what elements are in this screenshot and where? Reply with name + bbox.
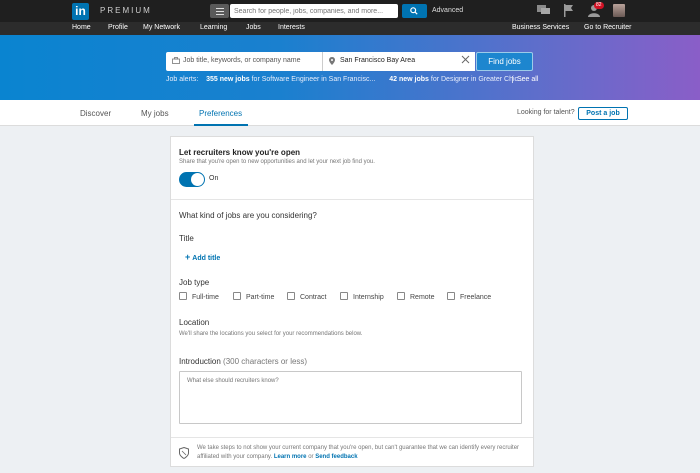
- messages-icon[interactable]: [537, 4, 550, 16]
- privacy-text: We take steps to not show your current c…: [197, 445, 520, 460]
- job-alerts-label: Job alerts:: [166, 76, 199, 83]
- clear-location-icon[interactable]: [461, 55, 470, 64]
- job-keyword-input[interactable]: Job title, keywords, or company name: [166, 52, 322, 71]
- location-value: San Francisco Bay Area: [340, 57, 416, 64]
- job-type-contract[interactable]: Contract: [287, 292, 326, 301]
- job-type-part-time[interactable]: Part-time: [233, 292, 274, 301]
- active-tab-indicator: [194, 124, 248, 126]
- tab-discover[interactable]: Discover: [80, 109, 111, 118]
- find-jobs-button[interactable]: Find jobs: [476, 52, 533, 71]
- location-pin-icon: [329, 57, 335, 65]
- checkbox[interactable]: [179, 292, 187, 300]
- checkbox[interactable]: [287, 292, 295, 300]
- job-type-internship[interactable]: Internship: [340, 292, 384, 301]
- job-keyword-placeholder: Job title, keywords, or company name: [183, 57, 301, 64]
- jobs-question: What kind of jobs are you considering?: [179, 211, 317, 220]
- advanced-search-link[interactable]: Advanced: [432, 7, 463, 14]
- learn-more-link[interactable]: Learn more: [274, 454, 307, 460]
- introduction-textarea[interactable]: [179, 371, 522, 424]
- location-input[interactable]: San Francisco Bay Area: [322, 52, 475, 71]
- job-alert-2[interactable]: 42 new jobs for Designer in Greater Chic…: [389, 76, 524, 83]
- job-type-full-time[interactable]: Full-time: [179, 292, 219, 301]
- shield-icon: [179, 447, 189, 459]
- tab-my-jobs[interactable]: My jobs: [141, 109, 169, 118]
- nav-go-to-recruiter[interactable]: Go to Recruiter: [584, 24, 631, 31]
- jobs-subnav: Discover My jobs Preferences Looking for…: [0, 100, 700, 126]
- open-to-recruiters-subtitle: Share that you're open to new opportunit…: [179, 159, 375, 165]
- tab-preferences[interactable]: Preferences: [199, 109, 242, 118]
- nav-my-network[interactable]: My Network: [143, 24, 180, 31]
- title-label: Title: [179, 234, 194, 243]
- divider: [171, 199, 533, 200]
- nav-interests[interactable]: Interests: [278, 24, 305, 31]
- location-label: Location: [179, 318, 210, 327]
- preferences-card: Let recruiters know you're open Share th…: [170, 136, 534, 467]
- job-type-freelance[interactable]: Freelance: [447, 292, 491, 301]
- see-all-alerts-link[interactable]: See all: [512, 76, 538, 83]
- flag-icon[interactable]: [563, 4, 574, 17]
- main-nav: Home Profile My Network Learning Jobs In…: [0, 22, 700, 35]
- checkbox[interactable]: [397, 292, 405, 300]
- send-feedback-link[interactable]: Send feedback: [315, 454, 357, 460]
- job-type-remote[interactable]: Remote: [397, 292, 435, 301]
- job-search-hero: Job title, keywords, or company name San…: [0, 35, 700, 100]
- job-type-label: Job type: [179, 278, 210, 287]
- job-alerts: Job alerts: 355 new jobs for Software En…: [166, 76, 524, 83]
- briefcase-icon: [172, 57, 180, 64]
- checkbox[interactable]: [447, 292, 455, 300]
- add-title-button[interactable]: + Add title: [185, 252, 220, 262]
- nav-profile[interactable]: Profile: [108, 24, 128, 31]
- looking-for-talent-label: Looking for talent?: [517, 109, 575, 116]
- notification-badge: 82: [594, 2, 604, 9]
- search-type-menu-icon[interactable]: [210, 4, 229, 18]
- nav-learning[interactable]: Learning: [200, 24, 227, 31]
- open-to-recruiters-toggle[interactable]: [179, 172, 205, 187]
- checkbox[interactable]: [233, 292, 241, 300]
- toggle-knob: [191, 173, 204, 186]
- linkedin-logo[interactable]: in: [72, 3, 89, 20]
- plus-icon: +: [185, 252, 191, 262]
- location-note: We'll share the locations you select for…: [179, 331, 363, 337]
- search-icon: [410, 7, 418, 15]
- avatar[interactable]: [613, 4, 625, 17]
- toggle-state-label: On: [209, 175, 219, 182]
- checkbox[interactable]: [340, 292, 348, 300]
- nav-home[interactable]: Home: [72, 24, 91, 31]
- global-search-input[interactable]: [230, 4, 398, 18]
- search-button[interactable]: [402, 4, 427, 18]
- post-a-job-button[interactable]: Post a job: [578, 107, 628, 120]
- nav-business-services[interactable]: Business Services: [512, 24, 569, 31]
- top-bar: in PREMIUM Advanced 82: [0, 0, 700, 22]
- job-alert-1[interactable]: 355 new jobs for Software Engineer in Sa…: [206, 76, 375, 83]
- nav-jobs[interactable]: Jobs: [246, 24, 261, 31]
- privacy-note: We take steps to not show your current c…: [171, 437, 533, 466]
- premium-label: PREMIUM: [100, 6, 152, 15]
- introduction-label: Introduction (300 characters or less): [179, 357, 308, 366]
- open-to-recruiters-title: Let recruiters know you're open: [179, 148, 301, 157]
